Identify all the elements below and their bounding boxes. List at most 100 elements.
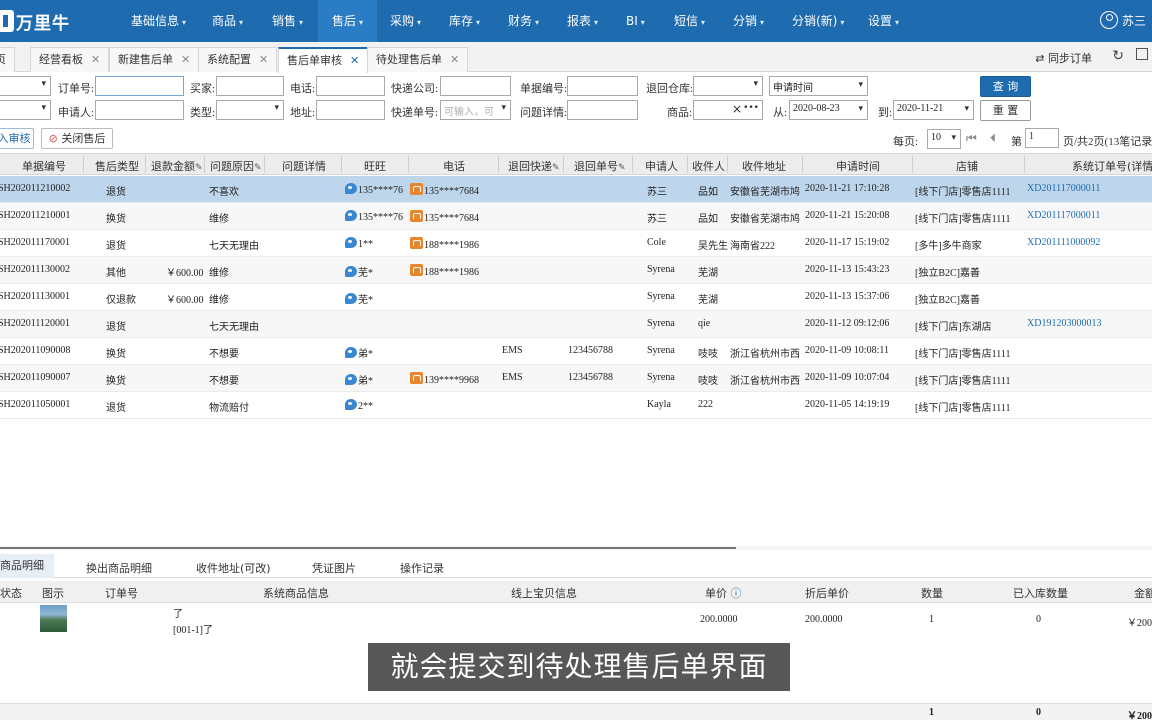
table-row[interactable]: SH202011090007 换货 不想要 弟* 139****9968 EMS 12345…	[0, 365, 1152, 392]
nav-item-settings[interactable]: 设置 ▾	[868, 0, 899, 42]
table-row[interactable]: SH202011130001 仅退款 ￥600.00 维修 芜* Syrena 芜湖 2020…	[0, 284, 1152, 311]
doc-no-input[interactable]	[567, 76, 638, 96]
sync-orders-button[interactable]: ⇄ 同步订单	[1035, 50, 1092, 66]
close-after-sale-button[interactable]: ⊘ 关闭售后	[41, 128, 113, 149]
wangwang-icon[interactable]	[345, 399, 357, 410]
buyer-input[interactable]	[216, 76, 284, 96]
phone-icon[interactable]	[410, 264, 423, 276]
tab-after-sale-review[interactable]: 售后单审核 ✕	[278, 47, 369, 73]
table-row[interactable]: SH202011130002 其他 ￥600.00 维修 芜* 188****1986 Sy…	[0, 257, 1152, 284]
applicant-input[interactable]	[95, 100, 184, 120]
wangwang-icon[interactable]	[345, 237, 357, 248]
info-icon[interactable]: ⓘ	[731, 587, 742, 600]
date-type-select[interactable]: 申请时间 ▾	[769, 76, 868, 96]
panel-splitter[interactable]	[0, 546, 1152, 550]
nav-item-finance[interactable]: 财务 ▾	[508, 0, 539, 42]
col-address[interactable]: 收件地址	[742, 158, 786, 174]
col-sys-order[interactable]: 系统订单号(详情)	[1072, 158, 1152, 174]
wangwang-icon[interactable]	[345, 210, 357, 221]
col-shop[interactable]: 店铺	[956, 158, 978, 174]
express-no-input[interactable]: 可输入，可 ▾	[440, 100, 511, 120]
col-return-no[interactable]: 退回单号✎	[574, 158, 626, 174]
app-logo[interactable]: 万里牛	[0, 8, 70, 34]
table-row[interactable]: SH202011050001 退货 物流赔付 2** Kayla 222 2020-11-0…	[0, 392, 1152, 419]
wangwang-icon[interactable]	[345, 374, 357, 385]
tab-goods-detail[interactable]: 商品明细	[0, 554, 54, 578]
filter-select-2[interactable]: ▾	[0, 100, 51, 120]
col-detail[interactable]: 问题详情	[282, 158, 326, 174]
col-return-express[interactable]: 退回快递✎	[508, 158, 560, 174]
wangwang-icon[interactable]	[345, 347, 357, 358]
express-company-input[interactable]	[440, 76, 511, 96]
cell-sys-order-no[interactable]: XD201117000011	[1027, 183, 1100, 194]
nav-item-goods[interactable]: 商品 ▾	[212, 0, 243, 42]
address-input[interactable]	[316, 100, 385, 120]
issue-detail-input[interactable]	[567, 100, 638, 120]
reset-button[interactable]: 重 置	[980, 100, 1031, 121]
scrollbar[interactable]	[0, 547, 736, 549]
table-row[interactable]: SH202011210001 换货 维修 135****76 135****7684 苏三…	[0, 203, 1152, 230]
col-amount[interactable]: 退款金额✎	[151, 158, 203, 174]
col-doc-no[interactable]: 单据编号	[22, 158, 66, 174]
col-apply-time[interactable]: 申请时间	[836, 158, 880, 174]
from-date-select[interactable]: 2020-08-23 ▾	[789, 100, 868, 120]
user-menu[interactable]: 苏三	[1099, 11, 1146, 29]
nav-item-reports[interactable]: 报表 ▾	[567, 0, 598, 42]
clear-icon[interactable]: ×	[732, 102, 742, 116]
col-type[interactable]: 售后类型	[95, 158, 139, 174]
order-no-input[interactable]	[95, 76, 184, 96]
cell-sys-order-no[interactable]: XD201111000092	[1027, 237, 1100, 248]
nav-item-purchase[interactable]: 采购 ▾	[390, 0, 421, 42]
wangwang-icon[interactable]	[345, 266, 357, 277]
approve-button[interactable]: 入审核	[0, 128, 34, 149]
tab-system-config[interactable]: 系统配置 ✕	[198, 47, 278, 72]
filter-select-1[interactable]: ▾	[0, 76, 51, 96]
tab-receiver-address[interactable]: 收件地址(可改)	[196, 560, 271, 576]
col-applicant[interactable]: 申请人	[645, 158, 678, 174]
more-icon[interactable]: •••	[743, 103, 759, 113]
close-icon[interactable]: ✕	[259, 53, 268, 66]
per-page-select[interactable]: 10 ▾	[927, 129, 961, 149]
tab-operation-log[interactable]: 操作记录	[400, 560, 444, 576]
table-row[interactable]: SH202011090008 换货 不想要 弟* EMS 123456788 Syrena 吱…	[0, 338, 1152, 365]
goods-input[interactable]: × •••	[693, 100, 763, 120]
type-select[interactable]: ▾	[216, 100, 284, 120]
tab-proof-images[interactable]: 凭证图片	[312, 560, 356, 576]
col-reason[interactable]: 问题原因✎	[210, 158, 262, 174]
fullscreen-icon[interactable]	[1136, 48, 1148, 60]
tab-home[interactable]: 页	[0, 47, 15, 72]
table-row[interactable]: SH202011170001 退货 七天无理由 1** 188****1986 Cole 吴…	[0, 230, 1152, 257]
close-icon[interactable]: ✕	[350, 54, 359, 67]
first-page-icon[interactable]: ⏮	[966, 131, 977, 146]
phone-input[interactable]	[316, 76, 385, 96]
goods-thumbnail[interactable]	[40, 605, 67, 632]
cell-sys-order-no[interactable]: XD191203000013	[1027, 318, 1101, 329]
nav-item-after-sales[interactable]: 售后 ▾	[318, 0, 378, 42]
col-wangwang[interactable]: 旺旺	[364, 158, 386, 174]
tab-new-after-sale[interactable]: 新建售后单 ✕	[109, 47, 200, 72]
col-receiver[interactable]: 收件人	[692, 158, 725, 174]
detail-row[interactable]: 了 [001-1]了 200.0000 200.0000 1 0 ￥200	[0, 604, 1152, 638]
col-phone[interactable]: 电话	[443, 158, 465, 174]
prev-page-icon[interactable]: ⏴	[990, 131, 996, 146]
phone-icon[interactable]	[410, 237, 423, 249]
wangwang-icon[interactable]	[345, 293, 357, 304]
close-icon[interactable]: ✕	[450, 53, 459, 66]
nav-item-sales[interactable]: 销售 ▾	[272, 0, 303, 42]
table-row[interactable]: SH202011120001 退货 七天无理由 Syrena qie 2020-11-12…	[0, 311, 1152, 338]
to-date-select[interactable]: 2020-11-21 ▾	[893, 100, 974, 120]
phone-icon[interactable]	[410, 183, 423, 195]
close-icon[interactable]: ✕	[91, 53, 100, 66]
tab-business-board[interactable]: 经营看板 ✕	[30, 47, 110, 72]
page-number-input[interactable]: 1	[1025, 128, 1059, 148]
phone-icon[interactable]	[410, 210, 423, 222]
nav-item-basic-info[interactable]: 基础信息 ▾	[131, 0, 186, 42]
nav-item-distribution[interactable]: 分销 ▾	[733, 0, 764, 42]
phone-icon[interactable]	[410, 372, 423, 384]
table-row[interactable]: SH202011210002 退货 不喜欢 135****76 135****7684 苏…	[0, 176, 1152, 203]
return-warehouse-select[interactable]: ▾	[693, 76, 763, 96]
cell-sys-order-no[interactable]: XD201117000011	[1027, 210, 1100, 221]
nav-item-inventory[interactable]: 库存 ▾	[449, 0, 480, 42]
tab-pending-after-sale[interactable]: 待处理售后单 ✕	[367, 47, 469, 72]
query-button[interactable]: 查 询	[980, 76, 1031, 97]
